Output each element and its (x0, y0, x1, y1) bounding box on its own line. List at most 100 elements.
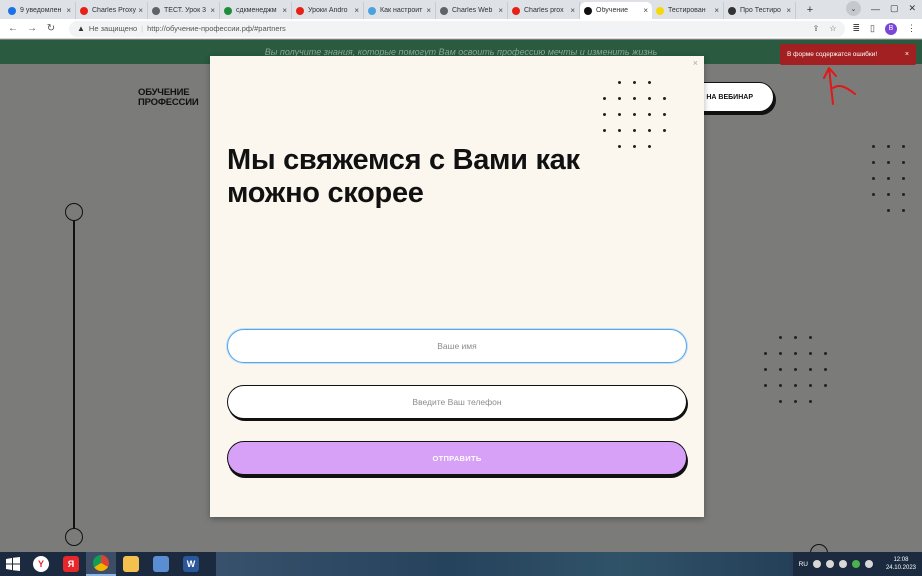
decorative-dot (633, 145, 636, 148)
phone-placeholder: Введите Ваш телефон (412, 397, 502, 407)
decorative-dot (887, 193, 890, 196)
decorative-dot (663, 129, 666, 132)
modal-close-icon[interactable]: × (693, 58, 698, 68)
decorative-dot (618, 145, 621, 148)
decorative-dot (764, 352, 767, 355)
tray-app-icon[interactable] (812, 560, 821, 568)
taskbar-explorer[interactable] (116, 552, 146, 576)
decorative-dot (764, 368, 767, 371)
warning-icon[interactable]: ▲ (77, 24, 85, 33)
browser-tab[interactable]: Уроки Andro × (292, 2, 364, 19)
decorative-dot (902, 177, 905, 180)
network-icon (153, 556, 169, 572)
browser-tab[interactable]: Про Тестиро × (724, 2, 796, 19)
profile-avatar[interactable]: В (885, 22, 897, 35)
browser-tab[interactable]: Обучение × (580, 2, 652, 19)
decorative-dot (618, 129, 621, 132)
decorative-dot (603, 113, 606, 116)
tab-label: Уроки Andro (308, 7, 348, 14)
clock[interactable]: 12:08 24.10.2023 (886, 556, 916, 572)
tab-close-icon[interactable]: × (354, 6, 359, 15)
taskbar-yandex[interactable]: Я (56, 552, 86, 576)
tray-nvidia-icon[interactable] (851, 560, 860, 568)
taskbar-chrome[interactable] (86, 552, 116, 576)
folder-icon (123, 556, 139, 572)
decorative-dot (824, 352, 827, 355)
decorative-dot (648, 145, 651, 148)
url-text[interactable]: http://обучение-профессии.рф/#partners (147, 24, 286, 33)
start-button[interactable] (0, 552, 26, 576)
browser-tab[interactable]: Charles prox × (508, 2, 580, 19)
tab-close-icon[interactable]: × (643, 6, 648, 15)
close-window-icon[interactable]: ✕ (908, 3, 916, 14)
menu-kebab-icon[interactable]: ⋮ (907, 23, 916, 34)
omnibox-actions: ⇪ ☆ (813, 24, 837, 33)
bookmark-star-icon[interactable]: ☆ (829, 24, 836, 33)
browser-tab[interactable]: ТЕСТ. Урок 3 × (148, 2, 220, 19)
toast-close-icon[interactable]: × (905, 51, 909, 58)
browser-tab[interactable]: Тестирован × (652, 2, 724, 19)
tab-close-icon[interactable]: × (282, 6, 287, 15)
minimize-icon[interactable]: — (871, 4, 880, 14)
decorative-dot (872, 193, 875, 196)
timeline-bottom-dot (65, 528, 83, 546)
phone-input[interactable]: Введите Ваш телефон (227, 385, 687, 419)
language-indicator[interactable]: RU (799, 561, 808, 568)
tab-close-icon[interactable]: × (498, 6, 503, 15)
new-tab-button[interactable]: + (802, 2, 818, 18)
tab-close-icon[interactable]: × (138, 6, 143, 15)
tab-close-icon[interactable]: × (210, 6, 215, 15)
browser-toolbar: ← → ↻ ▲ Не защищено | http://обучение-пр… (0, 19, 922, 39)
tab-close-icon[interactable]: × (786, 6, 791, 15)
browser-tab[interactable]: Charles Web × (436, 2, 508, 19)
tab-label: Charles prox (524, 7, 564, 14)
windows-taskbar: Y Я W RU 12:08 24.10.2023 (0, 552, 922, 576)
decorative-dot (887, 209, 890, 212)
browser-tab[interactable]: сдкменеджм × (220, 2, 292, 19)
maximize-icon[interactable]: ▢ (890, 3, 899, 14)
contact-modal: × Мы свяжемся с Вами как можно скорее Ва… (210, 56, 704, 517)
decorative-dot (779, 352, 782, 355)
decorative-dot (633, 81, 636, 84)
reading-list-icon[interactable]: ≣ (853, 23, 861, 34)
taskbar-word[interactable]: W (176, 552, 206, 576)
decorative-dot (663, 97, 666, 100)
decorative-dot (633, 129, 636, 132)
share-icon[interactable]: ⇪ (813, 24, 820, 33)
tab-close-icon[interactable]: × (426, 6, 431, 15)
decorative-dot (779, 336, 782, 339)
tab-label: Как настроит (380, 7, 423, 14)
tab-close-icon[interactable]: × (714, 6, 719, 15)
tab-close-icon[interactable]: × (66, 6, 71, 15)
taskbar-network[interactable] (146, 552, 176, 576)
taskbar-yandex-browser[interactable]: Y (26, 552, 56, 576)
tab-close-icon[interactable]: × (570, 6, 575, 15)
name-input[interactable]: Ваше имя (227, 329, 687, 363)
back-icon[interactable]: ← (6, 23, 20, 34)
address-bar[interactable]: ▲ Не защищено | http://обучение-професси… (69, 20, 845, 37)
browser-tab[interactable]: Как настроит × (364, 2, 436, 19)
reload-icon[interactable]: ↻ (44, 23, 58, 34)
taskbar-empty-area (216, 552, 793, 576)
tray-battery-icon[interactable] (864, 560, 873, 568)
tab-label: ТЕСТ. Урок 3 (164, 7, 206, 14)
browser-tab-strip: 9 уведомлен × Charles Proxy × ТЕСТ. Урок 3 × с… (0, 0, 922, 19)
decorative-dot (779, 400, 782, 403)
browser-tab[interactable]: 9 уведомлен × (4, 2, 76, 19)
decorative-dot (618, 97, 621, 100)
tab-label: Charles Web (452, 7, 493, 14)
decorative-dot (648, 113, 651, 116)
tab-search-icon[interactable]: ⌄ (845, 1, 861, 16)
decorative-dot (872, 145, 875, 148)
site-logo[interactable]: ОБУЧЕНИЕ ПРОФЕССИИ (138, 88, 199, 108)
decorative-circle (810, 544, 828, 552)
submit-button[interactable]: ОТПРАВИТЬ (227, 441, 687, 475)
tab-label: Тестирован (668, 7, 706, 14)
decorative-dot (764, 384, 767, 387)
tray-volume-icon[interactable] (838, 560, 847, 568)
side-panel-icon[interactable]: ▯ (870, 23, 875, 34)
tray-network-icon[interactable] (825, 560, 834, 568)
forward-icon[interactable]: → (25, 23, 39, 34)
browser-tab[interactable]: Charles Proxy × (76, 2, 148, 19)
decorative-dot (902, 145, 905, 148)
